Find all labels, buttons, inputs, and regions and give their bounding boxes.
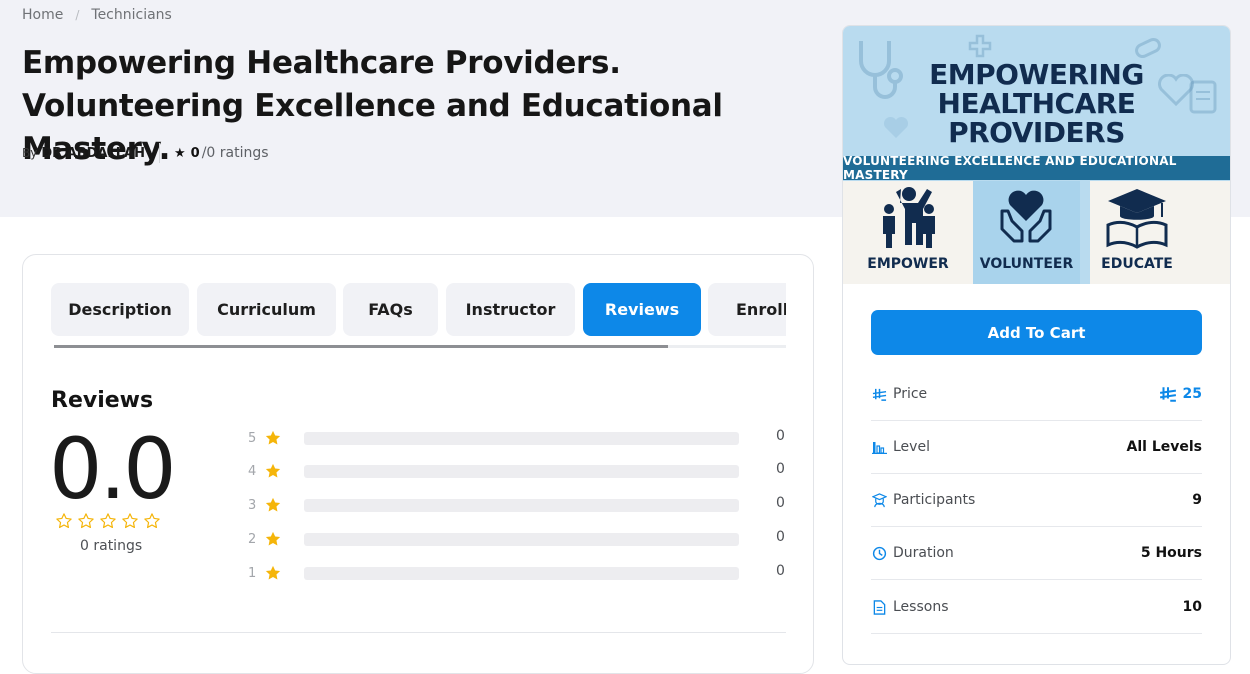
thumbnail-panel-label: VOLUNTEER [979, 256, 1074, 272]
thumbnail-panel-empower: EMPOWER [843, 181, 973, 284]
people-icon [883, 187, 935, 248]
thumbnail-headline: EMPOWERING HEALTHCARE PROVIDERS [843, 60, 1230, 147]
currency-icon [1159, 387, 1176, 402]
info-value: 10 [1182, 599, 1202, 615]
star-icon [265, 430, 281, 445]
rating-bar-row: 1 0 [248, 563, 785, 583]
info-label: Price [893, 386, 928, 402]
author-link[interactable]: DR ABDALLAH [41, 146, 145, 161]
level-bars-icon [871, 439, 887, 455]
rating-count: /0 ratings [201, 145, 269, 161]
rating-progress-bar [304, 499, 739, 512]
thumbnail-panel-volunteer: VOLUNTEER [973, 181, 1080, 284]
star-icon [265, 497, 281, 512]
tab-reviews[interactable]: Reviews [583, 283, 701, 336]
rating-value: 0 [190, 145, 200, 161]
add-to-cart-button[interactable]: Add To Cart [871, 310, 1202, 355]
average-stars [55, 512, 161, 530]
ratings-count: 0 ratings [80, 538, 143, 554]
rating-level-count: 0 [776, 563, 785, 579]
info-label: Lessons [893, 599, 949, 615]
star-outline-icon [144, 513, 160, 529]
price-amount: 25 [1182, 386, 1202, 402]
thumbnail-panel-educate: EDUCATE [1090, 181, 1230, 284]
breadcrumb: Home / Technicians [22, 7, 172, 23]
average-rating: 0.0 [49, 420, 177, 518]
rating-bar-row: 3 0 [248, 495, 785, 515]
graduation-book-icon [1106, 189, 1168, 249]
info-value: 9 [1192, 492, 1202, 508]
rating-level-count: 0 [776, 461, 785, 477]
rating-level-count: 0 [776, 529, 785, 545]
star-outline-icon [100, 513, 116, 529]
info-row-participants: Participants 9 [871, 474, 1202, 527]
course-thumbnail: EMPOWERING HEALTHCARE PROVIDERS VOLUNTEE… [843, 26, 1230, 284]
star-icon: ★ [174, 145, 186, 161]
hands-heart-icon [1000, 190, 1052, 243]
rating-bar-row: 2 0 [248, 529, 785, 549]
thumbnail-panel-label: EDUCATE [1101, 256, 1173, 272]
tab-enrolled[interactable]: Enrolled [708, 283, 786, 336]
tab-curriculum[interactable]: Curriculum [197, 283, 336, 336]
info-row-price: Price 25 [871, 368, 1202, 421]
rating-level: 3 [248, 497, 257, 513]
price-value: 25 [1159, 385, 1202, 403]
medical-cross-icon [968, 34, 992, 58]
currency-icon [871, 386, 887, 402]
meta-divider [159, 143, 161, 163]
course-meta: By DR ABDALLAH ★ 0 /0 ratings [22, 143, 269, 163]
rating-level: 2 [248, 531, 257, 547]
course-sidebar: EMPOWERING HEALTHCARE PROVIDERS VOLUNTEE… [842, 25, 1231, 665]
tab-bar: Description Curriculum FAQs Instructor R… [51, 283, 786, 337]
rating-bar-row: 5 0 [248, 428, 785, 448]
info-row-lessons: Lessons 10 [871, 581, 1202, 634]
star-outline-icon [78, 513, 94, 529]
star-icon [265, 531, 281, 546]
star-outline-icon [122, 513, 138, 529]
tab-scrollbar[interactable] [54, 345, 786, 348]
tab-description[interactable]: Description [51, 283, 189, 336]
rating-progress-bar [304, 465, 739, 478]
breadcrumb-home[interactable]: Home [22, 7, 63, 23]
star-icon [265, 463, 281, 478]
tab-scrollbar-thumb[interactable] [54, 345, 668, 348]
thumbnail-headline-line: EMPOWERING [929, 58, 1144, 91]
breadcrumb-separator: / [75, 8, 80, 22]
info-value: 5 Hours [1140, 545, 1202, 561]
tab-faqs[interactable]: FAQs [343, 283, 438, 336]
document-icon [871, 599, 887, 615]
reviews-heading: Reviews [51, 388, 154, 413]
info-row-level: Level All Levels [871, 421, 1202, 474]
tab-instructor[interactable]: Instructor [446, 283, 575, 336]
rating-level: 5 [248, 430, 257, 446]
rating-level-count: 0 [776, 428, 785, 444]
rating-progress-bar [304, 567, 739, 580]
graduate-icon [871, 492, 887, 508]
info-value: All Levels [1126, 439, 1202, 455]
rating-progress-bar [304, 533, 739, 546]
info-label: Level [893, 439, 930, 455]
by-label: By [22, 146, 38, 160]
rating-level: 1 [248, 565, 257, 581]
thumbnail-headline-line: HEALTHCARE [937, 87, 1136, 120]
pill-icon [1135, 37, 1161, 59]
rating-level-count: 0 [776, 495, 785, 511]
info-row-duration: Duration 5 Hours [871, 527, 1202, 580]
clock-icon [871, 545, 887, 561]
rating-bar-row: 4 0 [248, 461, 785, 481]
thumbnail-subtitle: VOLUNTEERING EXCELLENCE AND EDUCATIONAL … [843, 154, 1230, 182]
star-outline-icon [56, 513, 72, 529]
thumbnail-headline-line: PROVIDERS [948, 116, 1125, 149]
breadcrumb-current[interactable]: Technicians [91, 7, 171, 23]
course-content-card: Description Curriculum FAQs Instructor R… [22, 254, 814, 674]
rating-progress-bar [304, 432, 739, 445]
thumbnail-panel-label: EMPOWER [867, 256, 949, 272]
rating-level: 4 [248, 463, 257, 479]
section-divider [51, 632, 786, 633]
info-label: Participants [893, 492, 976, 508]
star-icon [265, 565, 281, 580]
info-label: Duration [893, 545, 954, 561]
